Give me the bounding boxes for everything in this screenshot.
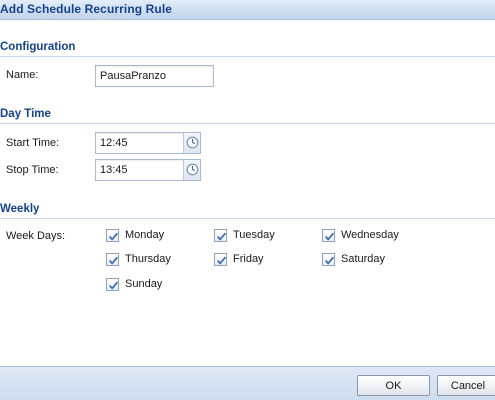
stop-time-clock-icon[interactable]: [183, 160, 200, 180]
dialog-footer: OK Cancel: [0, 366, 495, 400]
start-time-label: Start Time:: [6, 137, 60, 149]
name-input[interactable]: [95, 65, 214, 87]
section-configuration-title: Configuration: [0, 41, 76, 53]
day-label: Wednesday: [341, 229, 399, 241]
clock-icon: [186, 136, 199, 149]
checkmark-icon: [216, 256, 227, 265]
checkmark-icon: [324, 256, 335, 265]
section-divider: [0, 56, 495, 57]
section-configuration-header: Configuration: [0, 41, 495, 57]
checkbox[interactable]: [106, 229, 119, 242]
stop-time-field[interactable]: [95, 159, 201, 181]
checkbox[interactable]: [214, 229, 227, 242]
day-label: Thursday: [125, 253, 171, 265]
day-label: Friday: [233, 253, 264, 265]
clock-icon: [186, 163, 199, 176]
section-divider: [0, 218, 495, 219]
day-label: Monday: [125, 229, 165, 241]
section-day-time-header: Day Time: [0, 108, 495, 124]
stop-time-label: Stop Time:: [6, 164, 59, 176]
section-divider: [0, 123, 495, 124]
checkmark-icon: [108, 232, 119, 241]
day-label: Tuesday: [233, 229, 275, 241]
day-label: Saturday: [341, 253, 386, 265]
start-time-input[interactable]: [96, 133, 182, 153]
cancel-button[interactable]: Cancel: [437, 375, 495, 396]
day-label: Sunday: [125, 278, 163, 290]
checkbox[interactable]: [106, 253, 119, 266]
week-days-label: Week Days:: [6, 230, 66, 242]
start-time-clock-icon[interactable]: [183, 133, 200, 153]
checkmark-icon: [216, 232, 227, 241]
dialog-titlebar[interactable]: Add Schedule Recurring Rule Add Schedule…: [0, 0, 495, 20]
ok-button[interactable]: OK: [357, 375, 430, 396]
checkmark-icon: [324, 232, 335, 241]
checkbox[interactable]: [214, 253, 227, 266]
name-label: Name:: [6, 69, 39, 81]
section-weekly-title: Weekly: [0, 203, 40, 215]
section-weekly-header: Weekly: [0, 203, 495, 219]
section-day-time-title: Day Time: [0, 108, 51, 120]
dialog-title: Add Schedule Recurring Rule: [0, 2, 173, 16]
checkbox[interactable]: [322, 229, 335, 242]
stop-time-input[interactable]: [96, 160, 182, 180]
dialog-body: Configuration Name: Day Time Start Time:…: [0, 21, 495, 366]
checkbox[interactable]: [322, 253, 335, 266]
checkmark-icon: [108, 281, 119, 290]
checkmark-icon: [108, 256, 119, 265]
start-time-field[interactable]: [95, 132, 201, 154]
checkbox[interactable]: [106, 278, 119, 291]
